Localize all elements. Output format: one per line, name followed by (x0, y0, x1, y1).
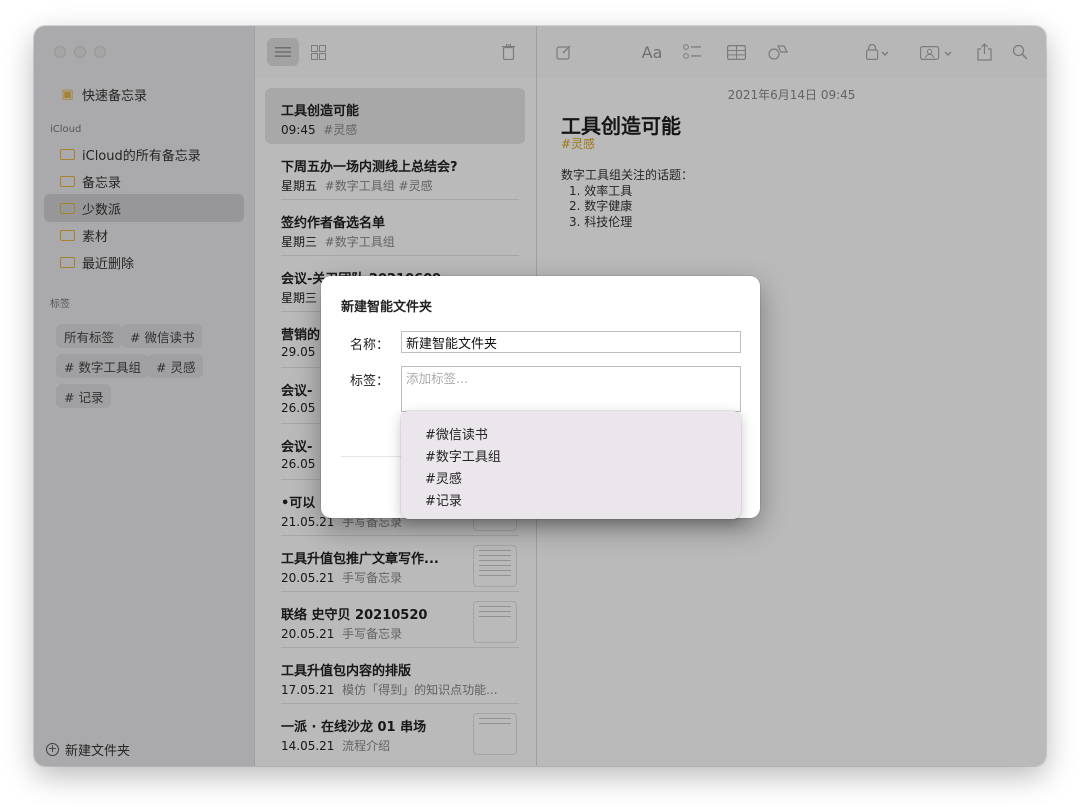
tags-field[interactable]: 添加标签... (401, 366, 741, 412)
tag-suggestion-item[interactable]: #记录 (401, 488, 741, 510)
dialog-title: 新建智能文件夹 (341, 300, 433, 315)
name-field[interactable]: 新建智能文件夹 (401, 331, 741, 353)
notes-window: Aa ▣ 快速备忘录 iCloud iCloud的所有备忘录 备忘录 少数派 素… (34, 26, 1046, 766)
tag-suggestion-item[interactable]: #灵感 (401, 466, 741, 488)
tag-suggestion-item[interactable]: #数字工具组 (401, 444, 741, 466)
tags-label: 标签： (349, 374, 389, 389)
tag-suggestion-item[interactable]: #微信读书 (401, 422, 741, 444)
name-label: 名称： (349, 338, 389, 353)
tag-suggestion-popup: #微信读书 #数字工具组 #灵感 #记录 (401, 411, 741, 519)
